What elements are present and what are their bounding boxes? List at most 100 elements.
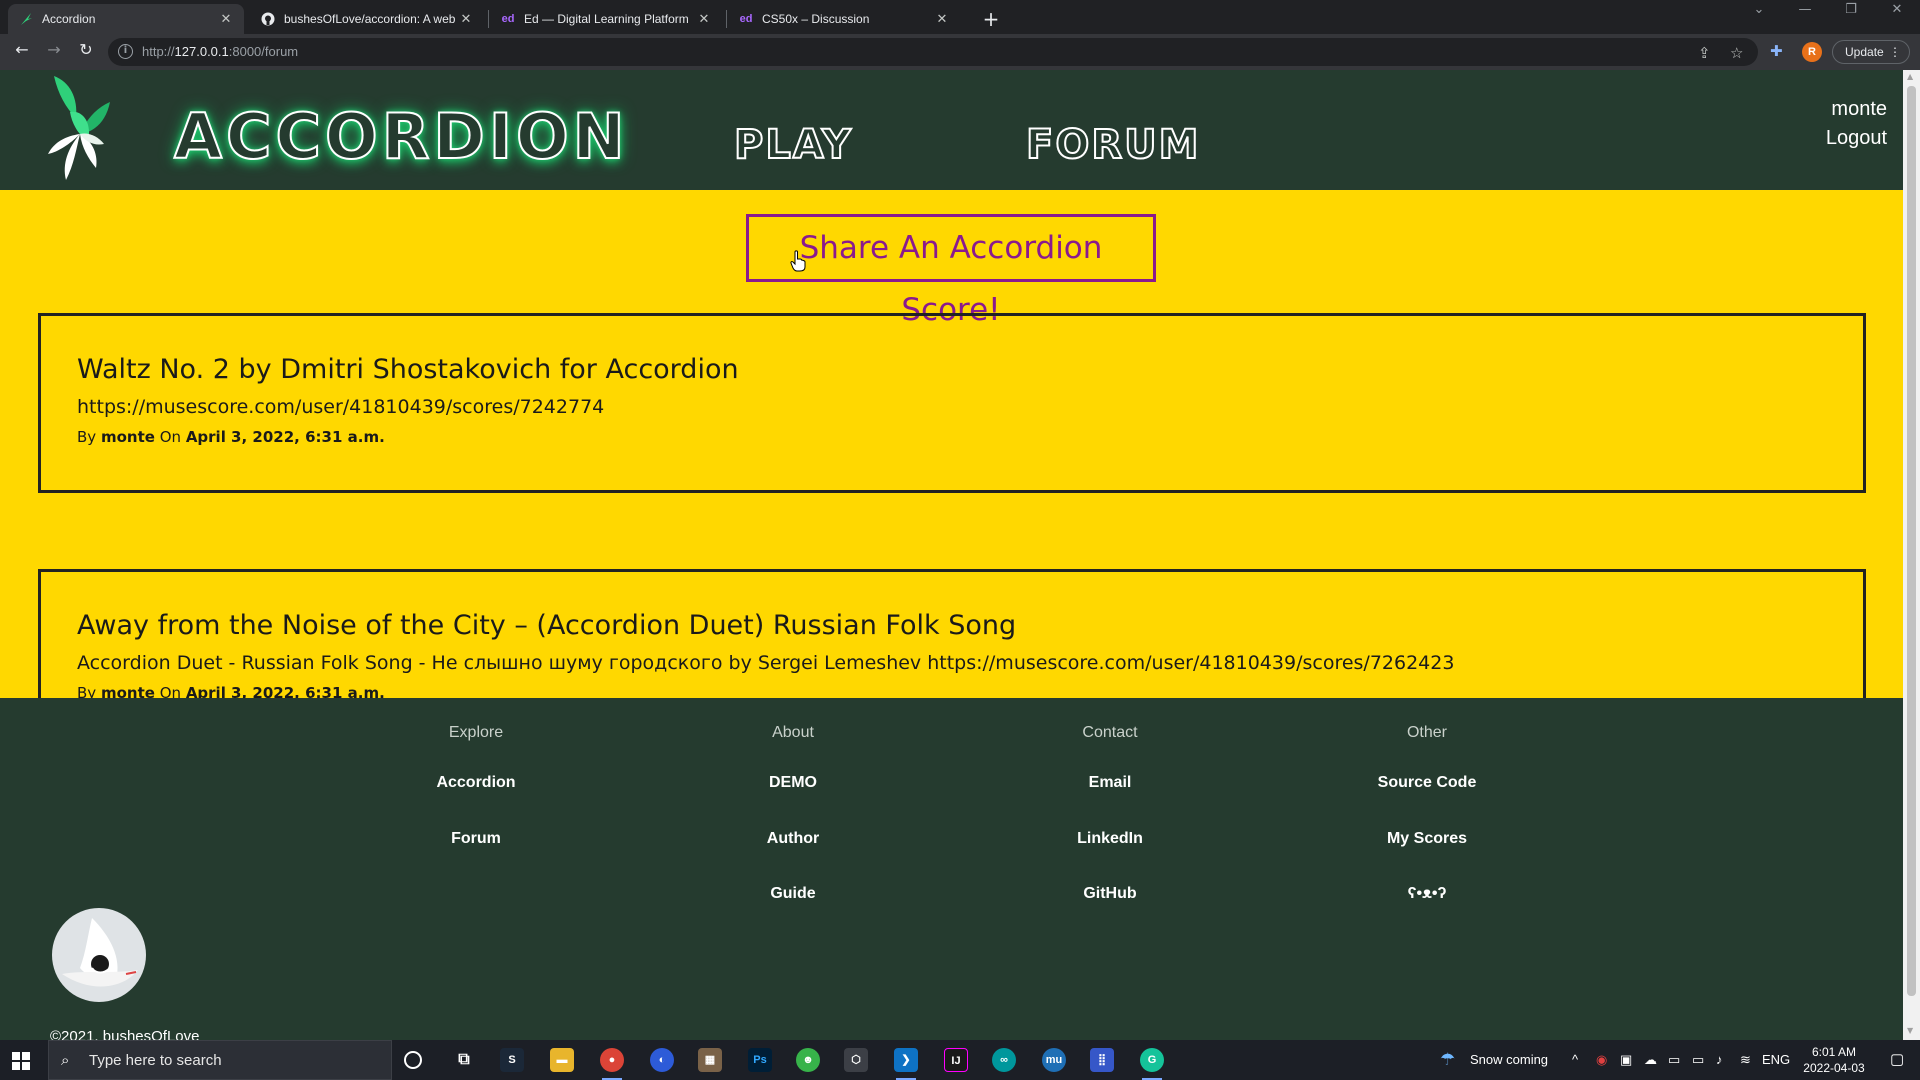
- footer-link-github[interactable]: GitHub: [990, 885, 1230, 903]
- taskbar-search-box[interactable]: ⌕ Type here to search: [48, 1040, 392, 1080]
- weather-umbrella-icon[interactable]: ☂: [1440, 1050, 1455, 1070]
- menu-dots-icon[interactable]: ⋮: [1889, 41, 1901, 63]
- scrollbar-thumb[interactable]: [1907, 86, 1916, 996]
- page-viewport: ACCORDION PLAY FORUM monte Logout Share …: [0, 70, 1903, 1040]
- minimize-icon[interactable]: —: [1782, 2, 1828, 30]
- tray-app-icon[interactable]: ▣: [1620, 1052, 1632, 1068]
- post-title[interactable]: Waltz No. 2 by Dmitri Shostakovich for A…: [77, 354, 739, 385]
- post-date: April 3, 2022, 6:31 a.m.: [185, 428, 385, 446]
- grammarly-icon[interactable]: G: [1140, 1048, 1164, 1080]
- footer-link-source-code[interactable]: Source Code: [1307, 774, 1547, 792]
- footer-heading-contact: Contact: [1082, 724, 1138, 741]
- by-label: By: [77, 428, 97, 446]
- tab-title: bushesOfLove/accordion: A web: [284, 12, 456, 26]
- scroll-down-icon[interactable]: ▼: [1907, 1026, 1913, 1035]
- jetbrains-icon[interactable]: IJ: [944, 1048, 968, 1072]
- app-circle-icon[interactable]: ◐: [650, 1048, 674, 1072]
- share-score-button[interactable]: Share An Accordion Score!: [746, 214, 1156, 328]
- close-tab-icon[interactable]: ✕: [934, 11, 950, 27]
- footer-link-accordion[interactable]: Accordion: [356, 774, 596, 792]
- url-text[interactable]: http://127.0.0.1:8000/forum: [142, 44, 298, 59]
- accordion-leaf-icon: [18, 11, 34, 27]
- arduino-icon[interactable]: ∞: [992, 1048, 1016, 1072]
- site-info-icon[interactable]: i: [118, 44, 133, 59]
- footer-link-forum[interactable]: Forum: [356, 830, 596, 848]
- app-cube-icon[interactable]: ⬡: [844, 1048, 868, 1072]
- photoshop-icon[interactable]: Ps: [748, 1048, 772, 1072]
- windows-taskbar: ⌕ Type here to search ⧉ S ▬ ● ◐ ▦ Ps ☻ ⬡…: [0, 1040, 1920, 1080]
- onedrive-cloud-icon[interactable]: ☁: [1644, 1052, 1657, 1068]
- footer-heading-about: About: [772, 724, 814, 741]
- app-archive-icon[interactable]: ▦: [698, 1048, 722, 1072]
- weather-text[interactable]: Snow coming: [1470, 1052, 1548, 1067]
- footer-link-bear-face[interactable]: ʕ•ᴥ•ʔ: [1307, 885, 1547, 903]
- post-meta: By monte On April 3, 2022, 6:31 a.m.: [77, 428, 385, 446]
- update-button[interactable]: Update ⋮: [1832, 40, 1910, 64]
- footer-copyright: ©2021, bushesOfLove: [50, 1028, 200, 1040]
- steam-icon[interactable]: S: [500, 1048, 524, 1072]
- logout-link[interactable]: Logout: [1826, 127, 1887, 150]
- tab-github[interactable]: bushesOfLove/accordion: A web ✕: [250, 4, 484, 34]
- tab-search-chevron-icon[interactable]: ⌄: [1736, 2, 1782, 30]
- footer-link-linkedin[interactable]: LinkedIn: [990, 830, 1230, 848]
- vscode-icon[interactable]: ❯: [894, 1048, 918, 1080]
- search-icon: ⌕: [61, 1051, 70, 1069]
- tab-separator: [726, 10, 727, 28]
- reload-icon[interactable]: ↻: [74, 40, 98, 64]
- show-hidden-icons-chevron-icon[interactable]: ^: [1572, 1052, 1578, 1067]
- hand-cursor-icon: [790, 250, 806, 272]
- record-icon[interactable]: ◉: [1596, 1052, 1607, 1068]
- forward-arrow-icon[interactable]: →: [42, 40, 66, 64]
- site-brand-title[interactable]: ACCORDION: [173, 99, 629, 174]
- search-placeholder: Type here to search: [89, 1052, 222, 1069]
- share-icon[interactable]: ⇪: [1698, 44, 1711, 62]
- browser-tab-bar: Accordion ✕ bushesOfLove/accordion: A we…: [0, 0, 1920, 34]
- file-explorer-icon[interactable]: ▬: [550, 1048, 574, 1072]
- chrome-icon[interactable]: ●: [600, 1048, 624, 1080]
- footer-link-demo[interactable]: DEMO: [673, 774, 913, 792]
- app-grid-icon[interactable]: ⣿: [1090, 1048, 1114, 1072]
- close-tab-icon[interactable]: ✕: [458, 11, 474, 27]
- cortana-icon[interactable]: [404, 1051, 422, 1069]
- nav-forum-link[interactable]: FORUM: [1025, 121, 1200, 169]
- forum-post[interactable]: Waltz No. 2 by Dmitri Shostakovich for A…: [38, 313, 1866, 493]
- app-frog-icon[interactable]: ☻: [796, 1048, 820, 1072]
- close-window-icon[interactable]: ✕: [1874, 2, 1920, 30]
- post-title[interactable]: Away from the Noise of the City – (Accor…: [77, 610, 1016, 641]
- nav-play-link[interactable]: PLAY: [733, 121, 853, 169]
- new-tab-button[interactable]: +: [978, 6, 1004, 32]
- page-scrollbar[interactable]: ▲ ▼: [1903, 70, 1920, 1040]
- wifi-icon[interactable]: ≋: [1740, 1052, 1751, 1068]
- tab-cs50x[interactable]: ed CS50x – Discussion ✕: [728, 4, 960, 34]
- close-tab-icon[interactable]: ✕: [218, 11, 234, 27]
- tab-ed[interactable]: ed Ed — Digital Learning Platform ✕: [490, 4, 722, 34]
- footer-link-author[interactable]: Author: [673, 830, 913, 848]
- battery-icon[interactable]: ▭: [1692, 1052, 1704, 1068]
- task-view-icon[interactable]: ⧉: [452, 1048, 476, 1072]
- notifications-icon[interactable]: ▢: [1890, 1050, 1904, 1068]
- close-tab-icon[interactable]: ✕: [696, 11, 712, 27]
- bookmark-star-icon[interactable]: ☆: [1730, 44, 1743, 62]
- restore-icon[interactable]: ❐: [1828, 2, 1874, 30]
- footer-link-my-scores[interactable]: My Scores: [1307, 830, 1547, 848]
- musescore-icon[interactable]: mu: [1042, 1048, 1066, 1072]
- username-link[interactable]: monte: [1831, 98, 1887, 121]
- taskbar-clock[interactable]: 6:01 AM 2022-04-03: [1786, 1044, 1882, 1076]
- tray-monitor-icon[interactable]: ▭: [1668, 1052, 1680, 1068]
- scroll-up-icon[interactable]: ▲: [1907, 72, 1913, 81]
- windows-start-icon[interactable]: [12, 1052, 30, 1070]
- footer-link-guide[interactable]: Guide: [673, 885, 913, 903]
- extensions-puzzle-icon[interactable]: ✚: [1770, 42, 1783, 60]
- profile-avatar[interactable]: R: [1802, 42, 1822, 62]
- site-footer: Explore Accordion Forum About DEMO Autho…: [0, 698, 1903, 1040]
- browser-toolbar: ← → ↻ i http://127.0.0.1:8000/forum ⇪ ☆ …: [0, 34, 1920, 70]
- on-label: On: [159, 428, 182, 446]
- back-arrow-icon[interactable]: ←: [10, 40, 34, 64]
- volume-icon[interactable]: ♪: [1716, 1052, 1723, 1067]
- footer-link-email[interactable]: Email: [990, 774, 1230, 792]
- post-author: monte: [100, 428, 155, 446]
- tab-accordion[interactable]: Accordion ✕: [8, 4, 244, 34]
- github-icon: [260, 11, 276, 27]
- address-bar[interactable]: i http://127.0.0.1:8000/forum ⇪ ☆: [108, 38, 1758, 66]
- accordion-leaf-logo-icon[interactable]: [40, 72, 124, 184]
